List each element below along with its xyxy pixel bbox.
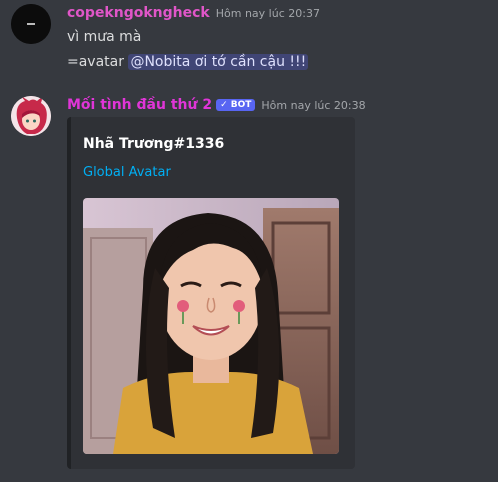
portrait-photo-icon [83, 198, 339, 454]
timestamp: Hôm nay lúc 20:38 [261, 99, 366, 112]
bot-username[interactable]: Mối tình đầu thứ 2 [67, 97, 212, 113]
bot-badge: ✓ BOT [216, 99, 256, 111]
avatar-embed: Nhã Trương#1336 Global Avatar [67, 117, 355, 469]
avatar-image[interactable] [83, 198, 339, 454]
global-avatar-link[interactable]: Global Avatar [83, 165, 171, 180]
avatar[interactable] [11, 4, 51, 44]
embed-title: Nhã Trương#1336 [83, 136, 225, 152]
message-text-line: =avatar @Nobita ơi tớ cần cậu !!! [67, 54, 309, 70]
anime-girl-avatar-icon [11, 96, 51, 136]
bot-avatar[interactable] [11, 96, 51, 136]
command-text: =avatar [67, 54, 124, 70]
timestamp: Hôm nay lúc 20:37 [215, 7, 320, 20]
message-text: vì mưa mà [67, 29, 142, 45]
default-avatar-icon [11, 4, 51, 44]
user-mention[interactable]: @Nobita ơi tớ cần cậu !!! [128, 54, 309, 70]
username[interactable]: copekngokngheck [67, 5, 210, 21]
